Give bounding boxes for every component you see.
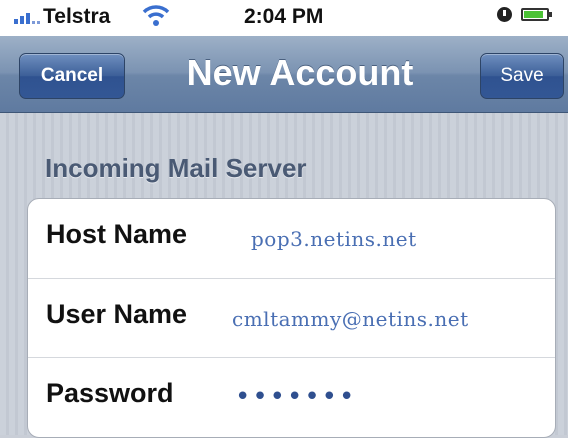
carrier-indicator: Telstra — [14, 5, 110, 29]
signal-icon — [14, 10, 40, 24]
save-button[interactable]: Save — [480, 53, 564, 99]
incoming-server-group: Host Name pop3.netins.net User Name cmlt… — [27, 198, 556, 438]
cancel-button[interactable]: Cancel — [19, 53, 125, 99]
section-header: Incoming Mail Server — [45, 153, 307, 183]
status-time: 2:04 PM — [244, 5, 324, 28]
host-name-row[interactable]: Host Name pop3.netins.net — [28, 199, 555, 277]
settings-content: Incoming Mail Server Host Name pop3.neti… — [0, 113, 568, 438]
host-name-field[interactable]: pop3.netins.net — [251, 227, 417, 251]
password-label: Password — [46, 378, 174, 408]
user-name-row[interactable]: User Name cmltammy@netins.net — [28, 278, 555, 356]
alarm-icon — [497, 7, 512, 22]
battery-icon — [521, 8, 552, 21]
user-name-label: User Name — [46, 299, 188, 329]
password-value: ••••••• — [235, 382, 357, 412]
host-name-label: Host Name — [46, 219, 188, 249]
carrier-name: Telstra — [43, 5, 111, 28]
user-name-field[interactable]: cmltammy@netins.net — [232, 307, 469, 331]
wifi-icon — [142, 5, 170, 26]
page-title: New Account — [186, 52, 414, 93]
navigation-bar: Cancel New Account Save — [0, 36, 568, 113]
password-row[interactable]: Password ••••••• — [28, 357, 555, 435]
password-field[interactable]: ••••••• — [235, 382, 357, 412]
status-bar: Telstra 2:04 PM — [0, 0, 568, 36]
